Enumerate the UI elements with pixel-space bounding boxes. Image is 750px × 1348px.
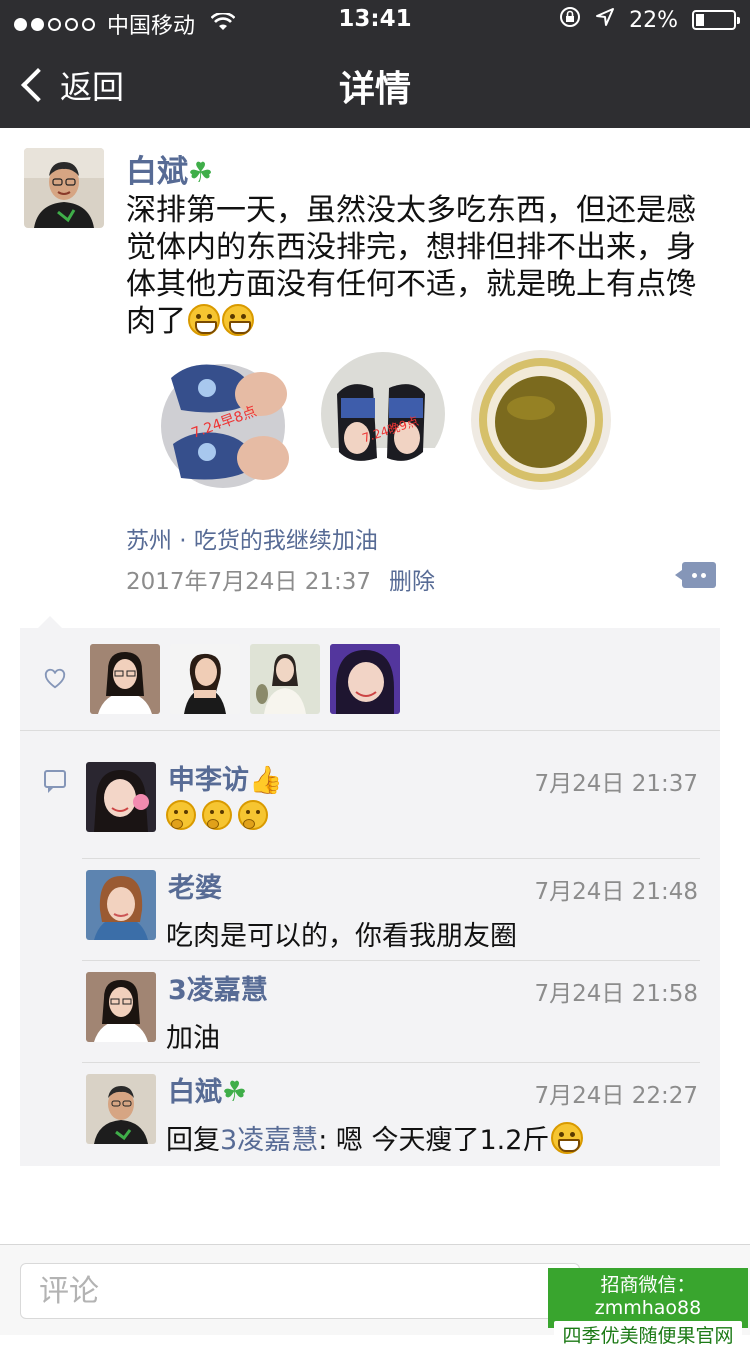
location-arrow-icon — [595, 7, 615, 33]
comment-item[interactable]: 老婆 7月24日 21:48 吃肉是可以的，你看我朋友圈 — [86, 870, 700, 952]
comment-item[interactable]: 3凌嘉慧 7月24日 21:58 加油 — [86, 972, 700, 1054]
navigation-bar: 返回 详情 — [0, 40, 750, 128]
comment-text — [166, 800, 274, 833]
liker-avatar[interactable] — [330, 644, 400, 714]
comment-text: 回复3凌嘉慧: 嗯 今天瘦了1.2斤 — [166, 1118, 584, 1157]
photo-herbal-tea[interactable] — [471, 348, 631, 508]
comment-bubble-icon — [44, 770, 66, 793]
comment-text: 加油 — [166, 1023, 220, 1054]
reply-body: : 嗯 今天瘦了1.2斤 — [318, 1125, 550, 1156]
clover-emoji: ☘ — [188, 156, 214, 189]
commenter-name[interactable]: 白斌☘ — [168, 1070, 247, 1109]
comment-time: 7月24日 21:58 — [534, 981, 699, 1007]
thinking-emoji-icon — [202, 800, 232, 830]
comment-divider — [82, 1062, 700, 1063]
rotation-lock-icon — [559, 6, 581, 34]
comment-time: 7月24日 22:27 — [534, 1083, 699, 1109]
liker-avatar[interactable] — [170, 644, 240, 714]
commenter-name[interactable]: 申李访👍 — [168, 758, 283, 797]
author-avatar[interactable] — [24, 148, 104, 228]
author-name[interactable]: 白斌☘ — [126, 146, 213, 191]
photo-slippers-evening[interactable]: 7.24晚9点 — [311, 348, 471, 508]
thumbs-up-emoji: 👍 — [249, 765, 283, 796]
heart-icon — [44, 668, 66, 689]
post-text: 深排第一天，虽然没太多吃东西，但还是感觉体内的东西没排完，想排但排不出来，身体其… — [126, 192, 716, 340]
watermark-line1: 招商微信：zmmhao88 — [594, 1274, 702, 1319]
clover-emoji: ☘ — [222, 1075, 248, 1108]
author-name-text: 白斌 — [126, 154, 188, 190]
commenter-avatar[interactable] — [86, 1074, 156, 1144]
thinking-emoji-icon — [238, 800, 268, 830]
battery-icon — [692, 10, 740, 30]
thinking-emoji-icon — [166, 800, 196, 830]
post-photos: 7.24早8点 7.24晚9点 — [126, 348, 626, 508]
status-bar: 中国移动 13:41 22% — [0, 0, 750, 40]
liker-avatar[interactable] — [90, 644, 160, 714]
commenter-avatar[interactable] — [86, 972, 156, 1042]
liker-avatar[interactable] — [250, 644, 320, 714]
battery-percent: 22% — [629, 7, 678, 33]
photo-slippers-morning[interactable]: 7.24早8点 — [151, 348, 311, 508]
likes-comments-panel: 申李访👍 7月24日 21:37 老婆 7月24日 21:48 吃肉是可以的，你… — [20, 616, 720, 1166]
comment-item[interactable]: 申李访👍 7月24日 21:37 — [86, 762, 700, 832]
post-meta: 2017年7月24日 21:37 删除 — [126, 562, 435, 596]
top-bar: 中国移动 13:41 22% 返回 详情 — [0, 0, 750, 128]
commenter-name[interactable]: 3凌嘉慧 — [168, 968, 268, 1007]
delete-button[interactable]: 删除 — [389, 569, 435, 595]
post-timestamp: 2017年7月24日 21:37 — [126, 569, 372, 595]
reply-target[interactable]: 3凌嘉慧 — [220, 1125, 318, 1156]
panel-notch — [38, 616, 62, 628]
post-location[interactable]: 苏州 · 吃货的我继续加油 — [126, 521, 378, 555]
comment-item[interactable]: 白斌☘ 7月24日 22:27 回复3凌嘉慧: 嗯 今天瘦了1.2斤 — [86, 1074, 700, 1156]
comment-time: 7月24日 21:48 — [534, 879, 699, 905]
grin-emoji-icon — [188, 304, 220, 336]
comment-divider — [82, 960, 700, 961]
grin-emoji-icon — [222, 304, 254, 336]
more-actions-button[interactable] — [675, 562, 716, 588]
reply-prefix: 回复 — [166, 1125, 220, 1156]
commenter-avatar[interactable] — [86, 762, 156, 832]
watermark-line2: 四季优美随便果官网 — [554, 1321, 742, 1348]
commenter-avatar[interactable] — [86, 870, 156, 940]
likes-divider — [20, 730, 720, 731]
page-title: 详情 — [338, 69, 411, 110]
watermark: 招商微信：zmmhao88 四季优美随便果官网 — [548, 1268, 748, 1348]
likers-list — [90, 644, 400, 714]
grin-emoji-icon — [551, 1122, 584, 1154]
comment-time: 7月24日 21:37 — [534, 771, 699, 797]
comment-divider — [82, 858, 700, 859]
commenter-name[interactable]: 老婆 — [168, 866, 222, 905]
comment-text: 吃肉是可以的，你看我朋友圈 — [166, 921, 517, 952]
commenter-name-text: 申李访 — [168, 765, 249, 796]
commenter-name-text: 白斌 — [168, 1077, 222, 1108]
comment-input[interactable]: 评论 — [20, 1263, 580, 1319]
